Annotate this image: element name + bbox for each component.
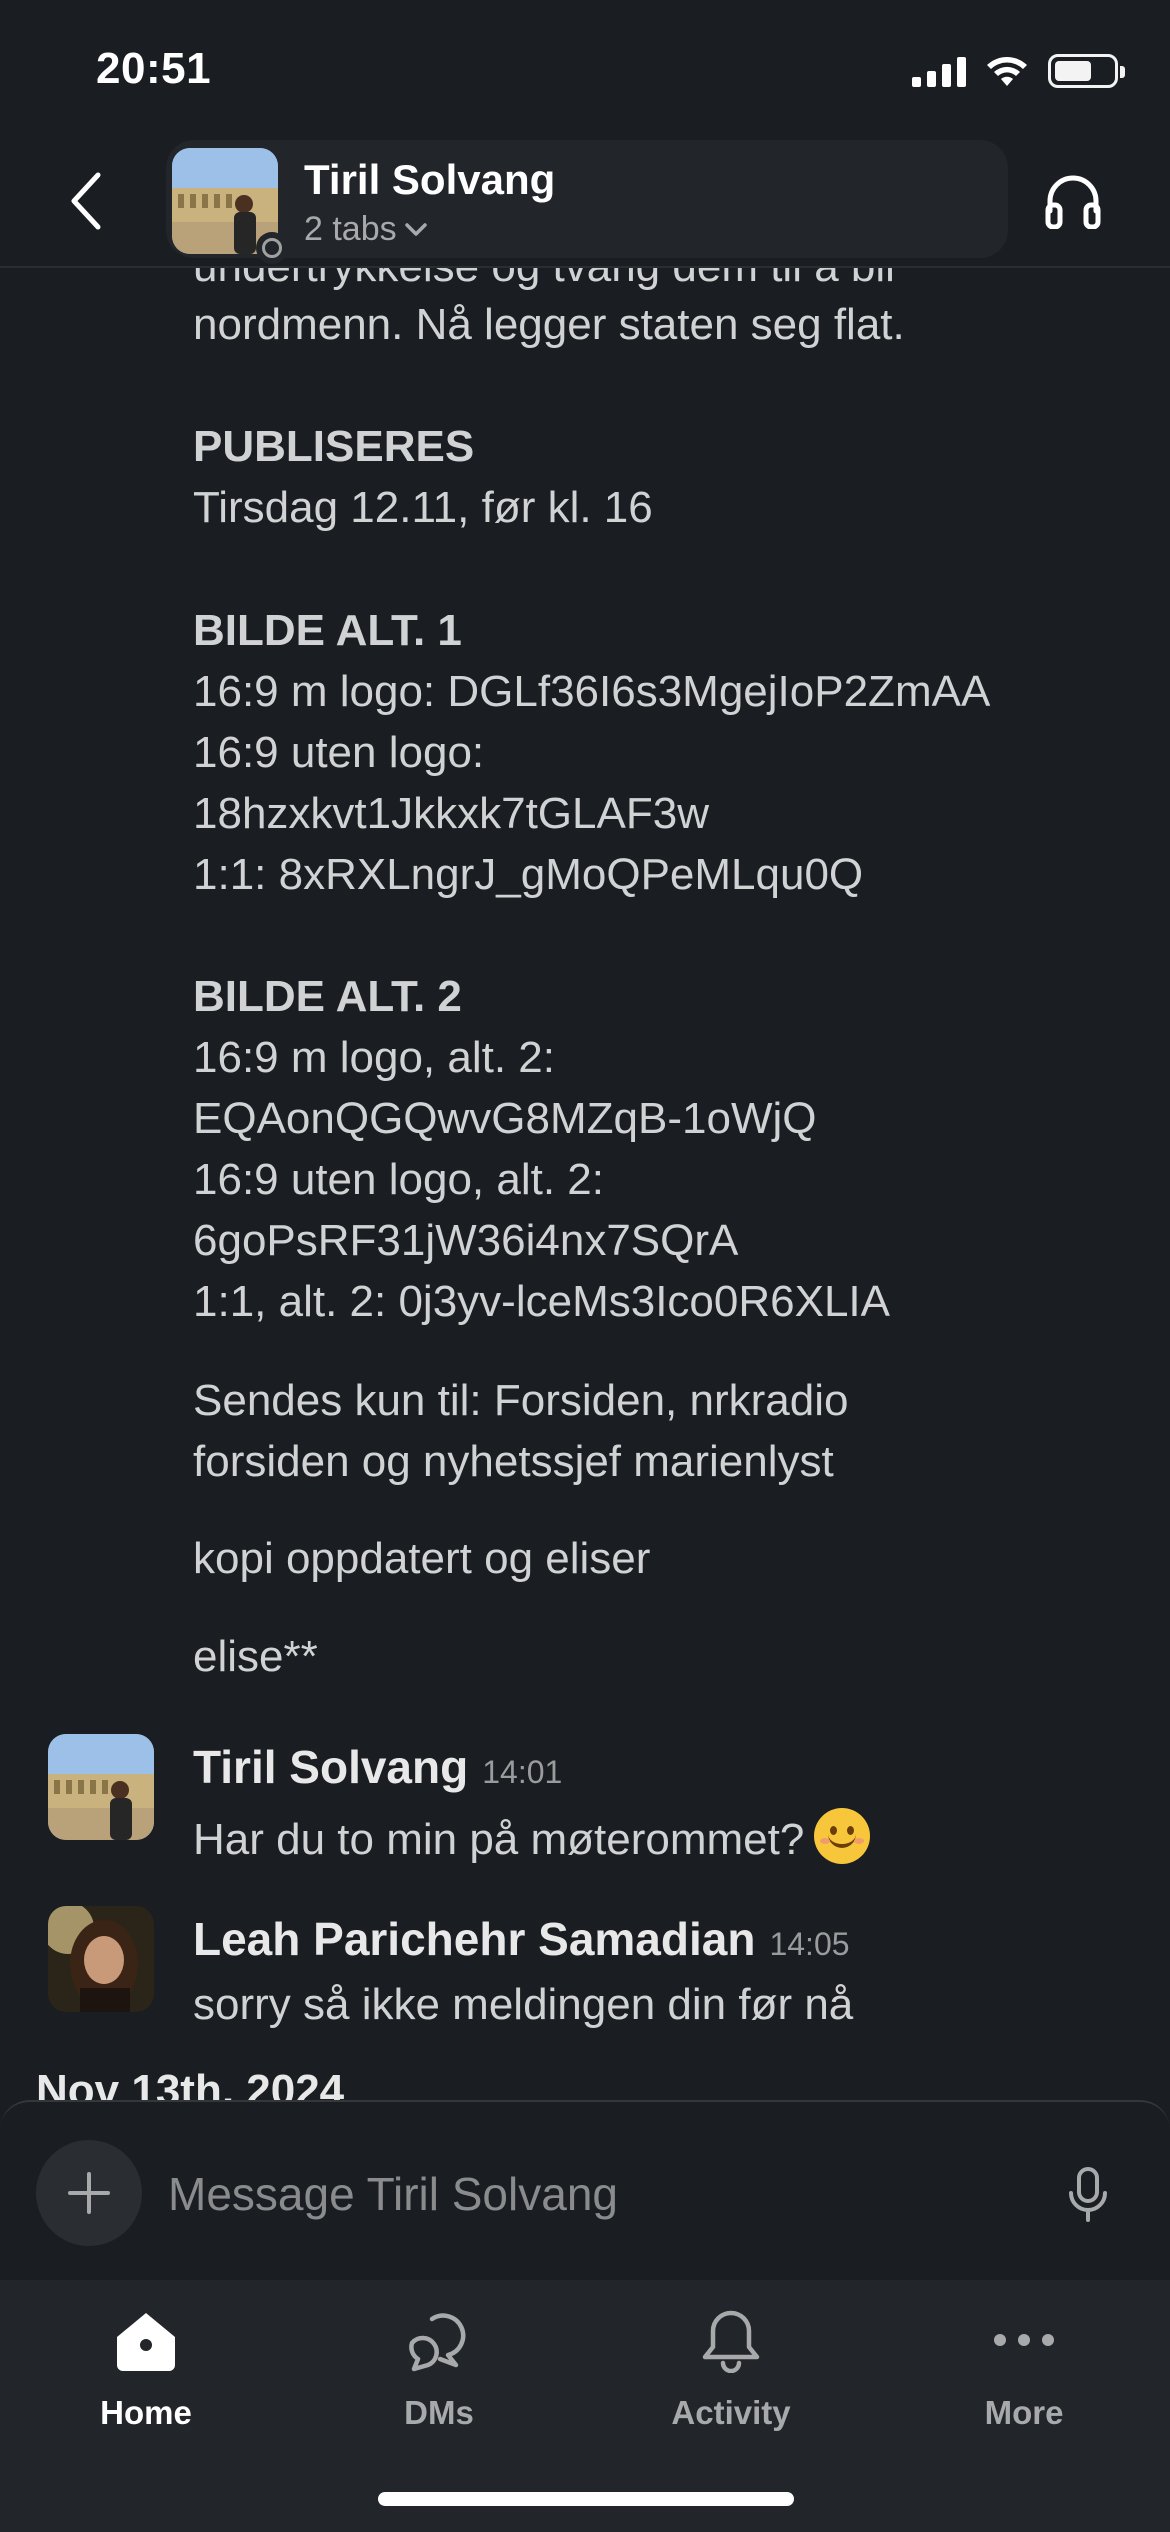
conversation-header: Tiril Solvang 2 tabs (0, 138, 1170, 268)
message-composer (0, 2100, 1170, 2280)
home-icon (106, 2300, 186, 2380)
message-text-line: 1:1: 8xRXLngrJ_gMoQPeMLqu0Q (193, 850, 864, 899)
author-name[interactable]: Leah Parichehr Samadian (193, 1913, 755, 1965)
chevron-down-icon (404, 222, 427, 236)
more-dots-icon (984, 2300, 1064, 2380)
message-timestamp: 14:01 (482, 1754, 563, 1790)
message-text-line: 16:9 m logo, alt. 2: (193, 1033, 555, 1082)
smiling-face-emoji-icon (814, 1808, 871, 1864)
presence-status-icon (256, 232, 288, 264)
message-text-line: elise** (193, 1632, 318, 1681)
message-body: Har du to min på møterommet? (193, 1808, 871, 1865)
conversation-name: Tiril Solvang (304, 156, 556, 203)
tabs-label: 2 tabs (304, 210, 397, 248)
tab-label: More (984, 2394, 1064, 2431)
tab-label: DMs (404, 2394, 474, 2431)
status-icons (912, 54, 1125, 88)
conversation-title-button[interactable]: Tiril Solvang 2 tabs (166, 140, 1008, 264)
message-text-line: forsiden og nyhetssjef marienlyst (193, 1437, 834, 1486)
message-author[interactable]: Leah Parichehr Samadian 14:05 (193, 1912, 850, 1966)
message-timestamp: 14:05 (769, 1926, 850, 1962)
plus-icon (68, 2172, 110, 2214)
chat-bubbles-icon (399, 2300, 479, 2380)
message-text: Har du to min på møterommet? (193, 1815, 805, 1864)
message-text-line: 6goPsRF31jW36i4nx7SQrA (193, 1216, 739, 1265)
tab-home[interactable]: Home (36, 2300, 256, 2470)
cellular-signal-icon (912, 55, 966, 87)
message-text-line: 16:9 uten logo: (193, 728, 485, 777)
voice-message-button[interactable] (1058, 2162, 1118, 2228)
huddle-button[interactable] (1038, 166, 1108, 236)
author-name[interactable]: Tiril Solvang (193, 1741, 468, 1793)
battery-icon (1048, 54, 1125, 88)
message-input[interactable] (168, 2162, 1008, 2226)
tab-activity[interactable]: Activity (621, 2300, 841, 2470)
message-text-line: EQAonQGQwvG8MZqB-1oWjQ (193, 1094, 817, 1143)
bilde2-heading: BILDE ALT. 2 (193, 972, 462, 1021)
message-text-line: 16:9 m logo: DGLf36I6s3MgejIoP2ZmAA (193, 667, 991, 716)
message-text-line: 18hzxkvt1Jkkxk7tGLAF3w (193, 789, 709, 838)
message-text-line: 1:1, alt. 2: 0j3yv-lceMs3Ico0R6XLIA (193, 1277, 890, 1326)
add-attachment-button[interactable] (36, 2140, 142, 2246)
tab-dms[interactable]: DMs (329, 2300, 549, 2470)
chevron-left-icon (71, 172, 101, 230)
avatar[interactable] (48, 1734, 154, 1840)
home-indicator (378, 2492, 794, 2506)
message-text-line: 16:9 uten logo, alt. 2: (193, 1155, 604, 1204)
screen: undertrykkelse og tvang dem til å bli no… (0, 0, 1170, 2532)
tab-more[interactable]: More (914, 2300, 1134, 2470)
avatar[interactable] (48, 1906, 154, 2012)
wifi-icon (987, 57, 1027, 86)
tabs-dropdown[interactable]: 2 tabs (304, 210, 427, 249)
message-text-line: kopi oppdatert og eliser (193, 1534, 651, 1583)
message-text-line: Tirsdag 12.11, før kl. 16 (193, 483, 653, 532)
bell-icon (691, 2300, 771, 2380)
bilde1-heading: BILDE ALT. 1 (193, 606, 462, 655)
message-body: sorry så ikke meldingen din før nå (193, 1980, 853, 2030)
message-author[interactable]: Tiril Solvang 14:01 (193, 1740, 562, 1794)
status-time: 20:51 (96, 44, 212, 93)
message-text-line: nordmenn. Nå legger staten seg flat. (193, 300, 905, 349)
back-button[interactable] (56, 164, 116, 238)
tab-label: Activity (671, 2394, 791, 2431)
message-text-line: Sendes kun til: Forsiden, nrkradio (193, 1376, 849, 1425)
headphones-icon (1045, 175, 1101, 229)
publiseres-heading: PUBLISERES (193, 422, 475, 471)
microphone-icon (1069, 2167, 1107, 2222)
status-bar: 20:51 (0, 0, 1170, 140)
message-text: sorry så ikke meldingen din før nå (193, 1980, 854, 2029)
tab-label: Home (100, 2394, 192, 2431)
